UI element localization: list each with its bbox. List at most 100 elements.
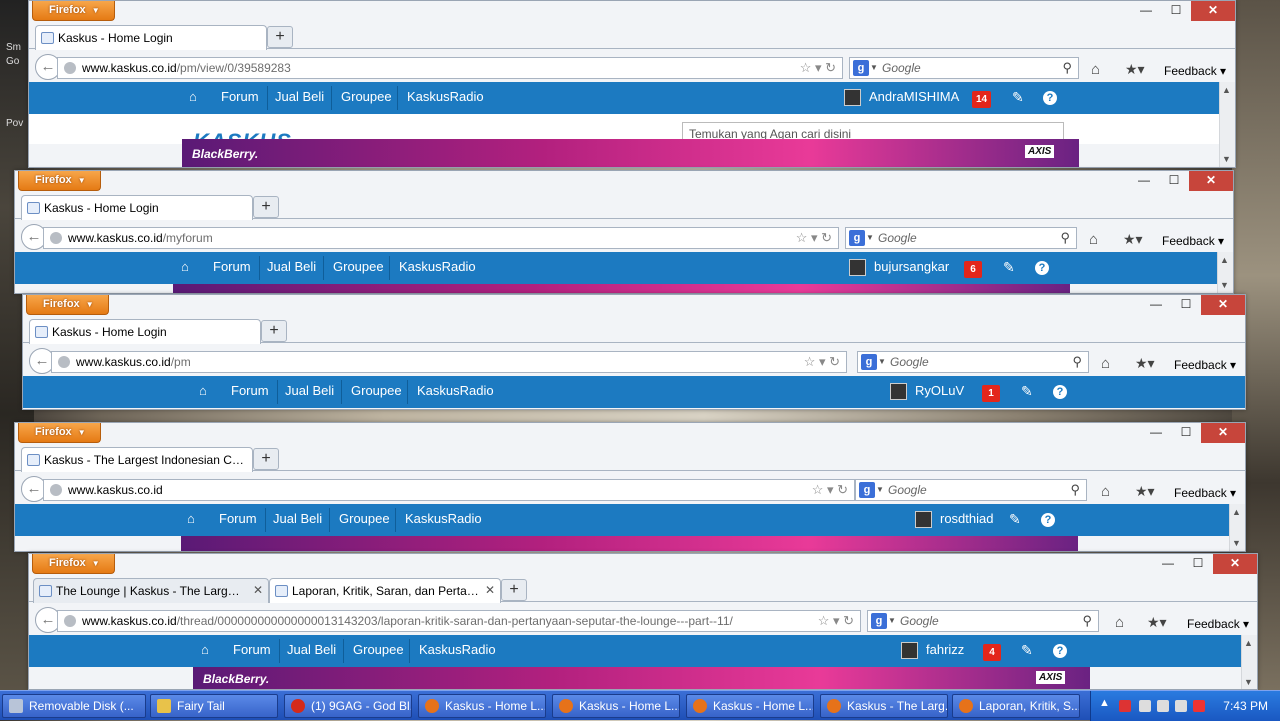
search-input[interactable]: g ▼ Google ⚲ [849,57,1079,79]
close-icon[interactable]: ✕ [1201,295,1245,315]
close-icon[interactable]: ✕ [1189,171,1233,191]
nav-groupee[interactable]: Groupee [333,259,384,274]
firefox-menu-button[interactable]: Firefox ▼ [26,295,109,315]
pencil-icon[interactable]: ✎ [1021,383,1033,400]
feedback-button[interactable]: Feedback ▾ [1174,486,1236,500]
username[interactable]: AndraMISHIMA [869,89,959,104]
pencil-icon[interactable]: ✎ [1012,89,1024,106]
nav-kaskusradio[interactable]: KaskusRadio [399,259,476,274]
new-tab-button[interactable]: + [253,448,279,470]
maximize-icon[interactable]: ☐ [1161,1,1191,21]
url-controls-icon[interactable]: ☆ ▾ ↻ [800,58,836,78]
close-icon[interactable]: ✕ [1191,1,1235,21]
bookmarks-icon[interactable]: ★▾ [1135,483,1155,500]
avatar[interactable] [849,259,866,276]
search-input[interactable]: g ▼ Google ⚲ [845,227,1077,249]
tab[interactable]: Kaskus - Home Login [29,319,261,344]
bookmarks-icon[interactable]: ★▾ [1123,231,1143,248]
tab[interactable]: The Lounge | Kaskus - The Largest In... ✕ [33,578,269,603]
kaskus-home-icon[interactable]: ⌂ [181,259,189,274]
nav-forum[interactable]: Forum [213,259,251,274]
home-icon[interactable]: ⌂ [1115,614,1124,631]
taskbar-item[interactable]: Kaskus - Home L... [552,694,680,718]
pencil-icon[interactable]: ✎ [1003,259,1015,276]
notification-badge[interactable]: 6 [964,261,982,278]
tray-icon[interactable] [1139,700,1151,712]
username[interactable]: fahrizz [926,642,964,657]
clock[interactable]: 7:43 PM [1223,699,1268,713]
bookmarks-icon[interactable]: ★▾ [1147,614,1167,631]
url-controls-icon[interactable]: ☆ ▾ ↻ [796,228,832,248]
nav-forum[interactable]: Forum [221,89,259,104]
search-input[interactable]: g ▼ Google ⚲ [857,351,1089,373]
maximize-icon[interactable]: ☐ [1159,171,1189,191]
scrollbar[interactable]: ▲ ▼ [1219,82,1235,167]
blackberry-banner[interactable]: BlackBerry. AXIS [182,139,1079,167]
url-bar[interactable]: www.kaskus.co.id/pm ☆ ▾ ↻ [51,351,847,373]
new-tab-button[interactable]: + [253,196,279,218]
search-input[interactable]: g ▼ Google ⚲ [855,479,1087,501]
chevron-down-icon[interactable]: ▼ [888,611,896,631]
home-icon[interactable]: ⌂ [1101,483,1110,500]
taskbar-item[interactable]: Kaskus - The Larg... [820,694,948,718]
nav-groupee[interactable]: Groupee [341,89,392,104]
kaskus-home-icon[interactable]: ⌂ [187,511,195,526]
firefox-menu-button[interactable]: Firefox ▼ [18,423,101,443]
search-input[interactable]: g ▼ Google ⚲ [867,610,1099,632]
feedback-button[interactable]: Feedback ▾ [1162,234,1224,248]
new-tab-button[interactable]: + [267,26,293,48]
search-icon[interactable]: ⚲ [1062,58,1072,78]
close-icon[interactable]: ✕ [1201,423,1245,443]
firefox-menu-button[interactable]: Firefox ▼ [32,1,115,21]
new-tab-button[interactable]: + [261,320,287,342]
tab[interactable]: Kaskus - The Largest Indonesian Comm... [21,447,253,472]
nav-kaskusradio[interactable]: KaskusRadio [419,642,496,657]
nav-kaskusradio[interactable]: KaskusRadio [405,511,482,526]
search-icon[interactable]: ⚲ [1082,611,1092,631]
search-icon[interactable]: ⚲ [1070,480,1080,500]
taskbar-item[interactable]: Laporan, Kritik, S... [952,694,1080,718]
notification-badge[interactable]: 4 [983,644,1001,661]
help-icon[interactable]: ? [1043,91,1057,105]
nav-jual-beli[interactable]: Jual Beli [267,259,316,274]
minimize-icon[interactable]: — [1131,1,1161,21]
bookmarks-icon[interactable]: ★▾ [1125,61,1145,78]
maximize-icon[interactable]: ☐ [1171,295,1201,315]
volume-icon[interactable] [1193,700,1205,712]
firefox-menu-button[interactable]: Firefox ▼ [32,554,115,574]
taskbar-item[interactable]: (1) 9GAG - God Bl... [284,694,412,718]
close-tab-icon[interactable]: ✕ [253,583,263,597]
avatar[interactable] [844,89,861,106]
pencil-icon[interactable]: ✎ [1021,642,1033,659]
tray-expand-icon[interactable]: ▲ [1099,697,1110,709]
avatar[interactable] [915,511,932,528]
kaskus-home-icon[interactable]: ⌂ [201,642,209,657]
scrollbar[interactable]: ▲ ▼ [1241,635,1257,689]
username[interactable]: bujursangkar [874,259,949,274]
scrollbar[interactable]: ▲ ▼ [1217,252,1233,293]
maximize-icon[interactable]: ☐ [1183,554,1213,574]
tray-icon[interactable] [1157,700,1169,712]
feedback-button[interactable]: Feedback ▾ [1187,617,1249,631]
username[interactable]: RyOLuV [915,383,964,398]
nav-kaskusradio[interactable]: KaskusRadio [417,383,494,398]
taskbar-item[interactable]: Removable Disk (... [2,694,146,718]
nav-jual-beli[interactable]: Jual Beli [275,89,324,104]
home-icon[interactable]: ⌂ [1091,61,1100,78]
tab[interactable]: Laporan, Kritik, Saran, dan Pertanyaa...… [269,578,501,603]
nav-jual-beli[interactable]: Jual Beli [285,383,334,398]
notification-badge[interactable]: 14 [972,91,992,108]
taskbar-item[interactable]: Kaskus - Home L... [418,694,546,718]
chevron-down-icon[interactable]: ▼ [876,480,884,500]
url-bar[interactable]: www.kaskus.co.id ☆ ▾ ↻ [43,479,855,501]
nav-kaskusradio[interactable]: KaskusRadio [407,89,484,104]
kaskus-home-icon[interactable]: ⌂ [199,383,207,398]
avatar[interactable] [890,383,907,400]
taskbar-item[interactable]: Kaskus - Home L... [686,694,814,718]
scrollbar[interactable]: ▲ ▼ [1229,504,1245,551]
taskbar-item[interactable]: Fairy Tail [150,694,278,718]
tab[interactable]: Kaskus - Home Login [35,25,267,50]
search-icon[interactable]: ⚲ [1060,228,1070,248]
nav-groupee[interactable]: Groupee [351,383,402,398]
new-tab-button[interactable]: + [501,579,527,601]
